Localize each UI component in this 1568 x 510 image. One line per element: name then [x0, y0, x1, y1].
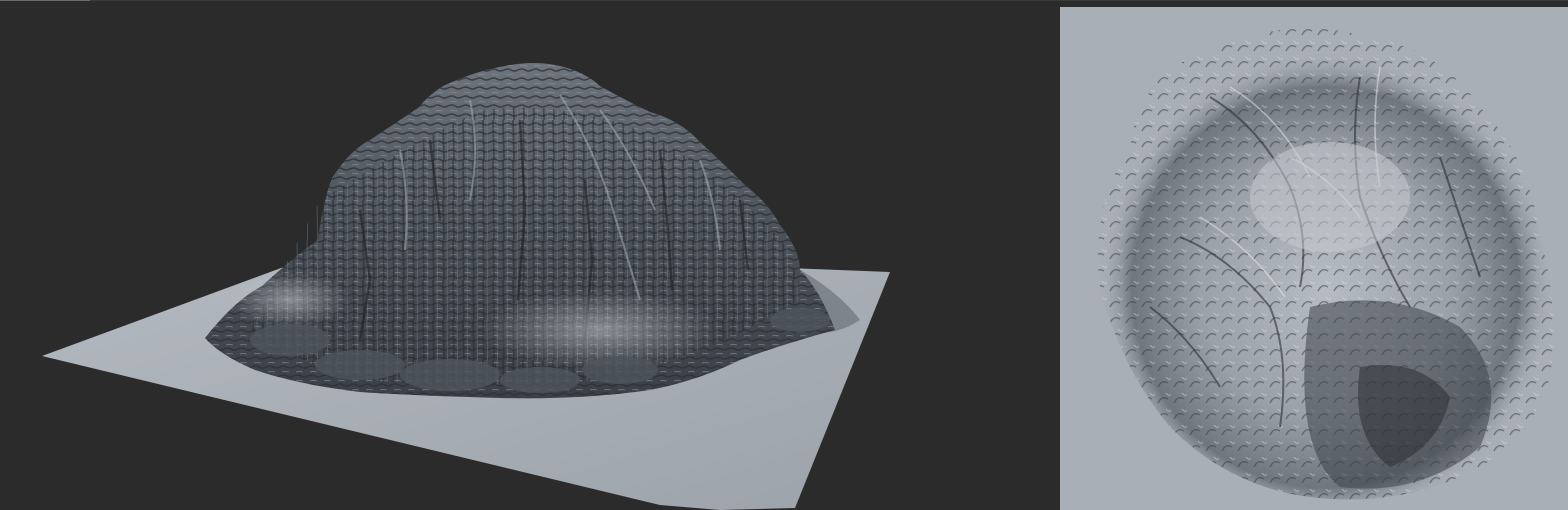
- snow-dusting: [480, 290, 720, 370]
- top-down-terrain-render: [1060, 7, 1568, 510]
- snow-dusting-left: [230, 272, 350, 328]
- perspective-viewport[interactable]: [0, 0, 1040, 510]
- top-summit: [1250, 142, 1410, 252]
- render-stage: [0, 0, 1568, 510]
- top-down-viewport[interactable]: [1060, 7, 1568, 510]
- perspective-terrain-render: [42, 63, 890, 510]
